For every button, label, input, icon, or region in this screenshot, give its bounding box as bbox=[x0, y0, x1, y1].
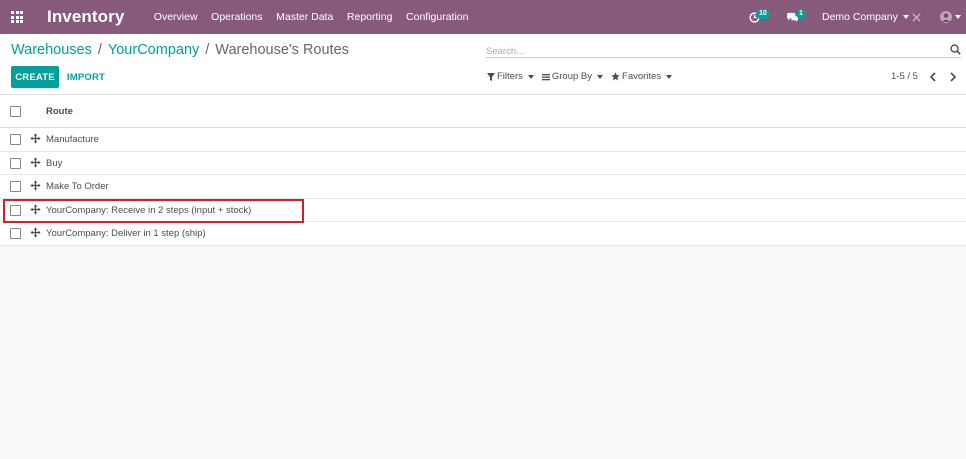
route-name: Make To Order bbox=[46, 181, 109, 192]
avatar bbox=[940, 11, 952, 23]
favorites-label: Favorites bbox=[622, 71, 662, 82]
pager-value[interactable]: 1-5 / 5 bbox=[891, 71, 918, 82]
group-by-dropdown[interactable]: Group By bbox=[541, 71, 604, 82]
select-all-checkbox[interactable] bbox=[10, 106, 21, 117]
chevron-right-icon[interactable] bbox=[946, 70, 960, 84]
company-switcher[interactable]: Demo Company bbox=[822, 11, 909, 23]
messaging-menu[interactable]: 1 bbox=[786, 0, 806, 34]
control-panel: Warehouses / YourCompany / Warehouse's Route… bbox=[0, 34, 966, 95]
messages-count-badge: 1 bbox=[796, 9, 806, 19]
routes-list: Route Manufacture Buy Make To Order Your… bbox=[0, 95, 966, 246]
star-icon bbox=[611, 72, 620, 81]
list-header: Route bbox=[0, 95, 966, 128]
filter-icon bbox=[487, 72, 495, 81]
row-checkbox[interactable] bbox=[10, 204, 21, 216]
chevron-down-icon bbox=[527, 74, 534, 79]
menu-item-operations[interactable]: Operations bbox=[211, 11, 262, 23]
breadcrumb-warehouses[interactable]: Warehouses bbox=[11, 42, 92, 58]
route-name: YourCompany: Deliver in 1 step (ship) bbox=[46, 228, 206, 239]
top-navbar: Inventory Overview Operations Master Dat… bbox=[0, 0, 966, 34]
row-checkbox[interactable] bbox=[10, 134, 21, 145]
menu-item-reporting[interactable]: Reporting bbox=[347, 11, 393, 23]
list-icon bbox=[541, 73, 550, 80]
breadcrumb-yourcompany[interactable]: YourCompany bbox=[108, 42, 199, 58]
breadcrumb: Warehouses / YourCompany / Warehouse's Route… bbox=[11, 42, 349, 58]
table-row[interactable]: Buy bbox=[0, 152, 966, 175]
row-checkbox[interactable] bbox=[10, 228, 21, 239]
chevron-down-icon bbox=[597, 74, 604, 79]
activity-count-badge: 10 bbox=[756, 9, 770, 19]
activity-menu[interactable]: 10 bbox=[749, 0, 770, 34]
filters-dropdown[interactable]: Filters bbox=[487, 71, 534, 82]
menu-item-overview[interactable]: Overview bbox=[154, 11, 198, 23]
menu-item-master-data[interactable]: Master Data bbox=[276, 11, 333, 23]
page-title: Warehouse's Routes bbox=[215, 42, 349, 58]
row-checkbox[interactable] bbox=[10, 181, 21, 192]
group-by-label: Group By bbox=[551, 71, 593, 82]
drag-handle-icon[interactable] bbox=[30, 180, 41, 191]
drag-handle-icon[interactable] bbox=[30, 203, 41, 215]
chevron-down-icon bbox=[902, 15, 909, 20]
search-input[interactable] bbox=[486, 44, 936, 57]
route-name: Manufacture bbox=[46, 134, 99, 145]
breadcrumb-separator: / bbox=[205, 42, 210, 58]
create-button[interactable]: CREATE bbox=[11, 66, 59, 88]
app-title[interactable]: Inventory bbox=[47, 7, 124, 27]
import-button[interactable]: IMPORT bbox=[62, 66, 110, 88]
search-options: Filters Group By Favorites bbox=[487, 71, 680, 82]
chevron-down-icon bbox=[955, 15, 961, 19]
drag-handle-icon[interactable] bbox=[30, 133, 41, 144]
company-name: Demo Company bbox=[822, 11, 898, 23]
route-name: YourCompany: Receive in 2 steps (input +… bbox=[46, 204, 252, 216]
apps-menu-icon[interactable] bbox=[11, 11, 23, 23]
favorites-dropdown[interactable]: Favorites bbox=[611, 71, 673, 82]
drag-handle-icon[interactable] bbox=[30, 156, 41, 168]
chevron-down-icon bbox=[666, 74, 673, 79]
close-icon[interactable] bbox=[912, 13, 921, 22]
drag-handle-icon[interactable] bbox=[30, 227, 41, 238]
main-menu: Overview Operations Master Data Reportin… bbox=[147, 0, 475, 34]
user-menu[interactable] bbox=[940, 0, 961, 34]
table-row[interactable]: Make To Order bbox=[0, 175, 966, 199]
table-row[interactable]: YourCompany: Deliver in 1 step (ship) bbox=[0, 222, 966, 246]
table-row[interactable]: Manufacture bbox=[0, 128, 966, 152]
table-row[interactable]: YourCompany: Receive in 2 steps (input +… bbox=[0, 199, 966, 222]
row-checkbox[interactable] bbox=[10, 157, 21, 169]
breadcrumb-separator: / bbox=[97, 42, 102, 58]
search-icon[interactable] bbox=[950, 44, 961, 55]
chevron-left-icon[interactable] bbox=[926, 70, 940, 84]
route-name: Buy bbox=[46, 157, 63, 169]
menu-item-configuration[interactable]: Configuration bbox=[406, 11, 468, 23]
search-bar bbox=[486, 41, 961, 58]
filters-label: Filters bbox=[497, 71, 523, 82]
column-header-route[interactable]: Route bbox=[46, 106, 73, 117]
